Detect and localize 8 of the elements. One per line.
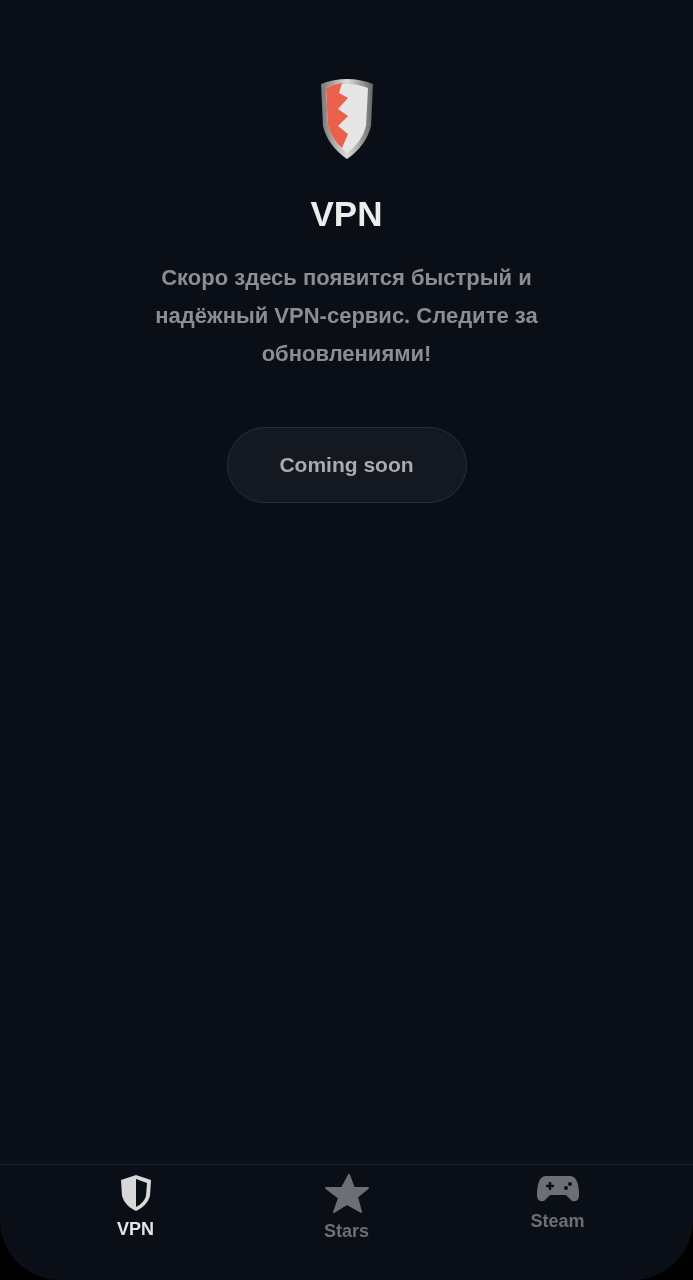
star-icon xyxy=(324,1174,369,1214)
tab-button[interactable]: Steam xyxy=(497,1173,618,1280)
tab-button[interactable]: Stars xyxy=(286,1173,407,1280)
shield-icon xyxy=(118,1174,153,1212)
description-text: Скоро здесь появится быстрый и надёжный VPN-сервис. Следите за обновлениями! xyxy=(154,263,539,368)
page-title: VPN xyxy=(310,193,383,235)
tab-button[interactable]: VPN xyxy=(75,1173,196,1280)
gamepad-icon xyxy=(535,1174,580,1204)
